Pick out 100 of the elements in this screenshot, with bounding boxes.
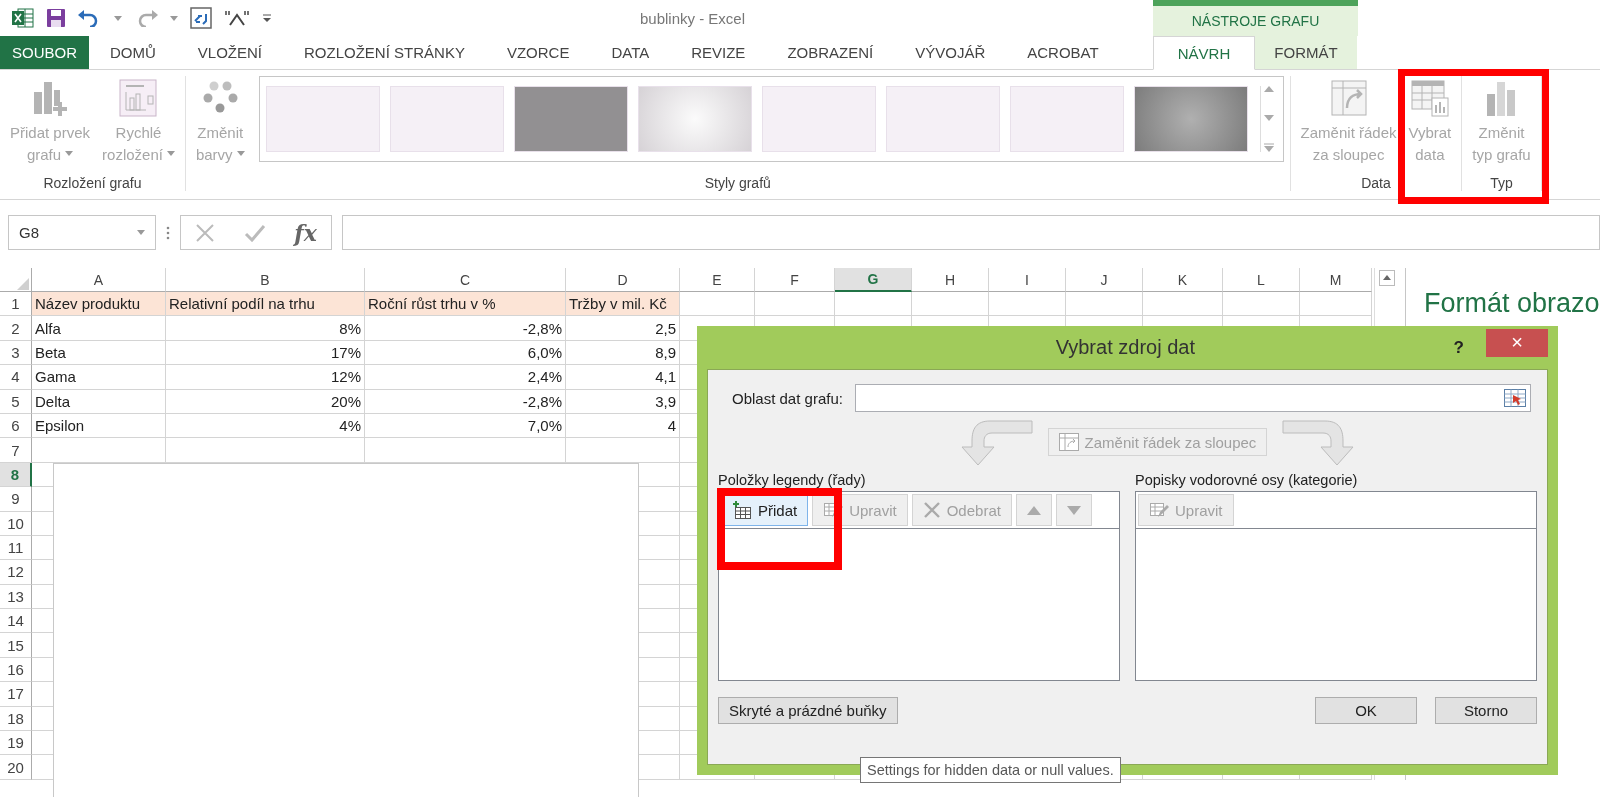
row-header[interactable]: 15 (0, 633, 32, 658)
caret-icon (137, 230, 145, 235)
row-header[interactable]: 5 (0, 389, 32, 414)
ok-button[interactable]: OK (1315, 697, 1417, 724)
table-cell: 6,0% (365, 340, 566, 366)
dialog-title: Vybrat zdroj dat (1054, 336, 1196, 359)
chart-layout-icon (118, 78, 159, 118)
table-cell: Epsilon (32, 413, 166, 439)
ribbon-tab[interactable]: DATA (590, 36, 671, 69)
chart-style-thumbnail[interactable] (885, 86, 1000, 152)
row-header[interactable]: 10 (0, 511, 32, 536)
ribbon-tab[interactable]: VÝVOJÁŘ (894, 36, 1007, 69)
row-header[interactable]: 16 (0, 657, 32, 683)
column-header[interactable]: J (1066, 268, 1143, 292)
row-header[interactable]: 18 (0, 706, 32, 732)
caret-icon (166, 150, 175, 156)
select-all-icon[interactable] (16, 277, 29, 290)
table-cell: 4,1 (566, 365, 680, 390)
column-header[interactable]: D (566, 268, 680, 292)
down-triangle-icon (1066, 505, 1081, 515)
chart-style-thumbnail[interactable] (389, 86, 504, 152)
row-header[interactable]: 11 (0, 535, 32, 561)
ribbon-tab[interactable]: DOMŮ (89, 36, 177, 69)
cross-icon (922, 501, 941, 519)
table-cell: Alfa (32, 316, 166, 341)
chevron-icon[interactable] (224, 10, 250, 26)
ribbon-tab[interactable]: NÁVRH (1153, 36, 1255, 70)
cancel-icon[interactable] (195, 222, 216, 243)
column-header[interactable]: F (755, 268, 835, 292)
ribbon-tab[interactable]: ACROBAT (1006, 36, 1120, 69)
input-field[interactable] (854, 384, 1531, 412)
column-header[interactable]: E (680, 268, 755, 292)
pane-title: Formát obrazo (1424, 288, 1600, 319)
insert-function-button[interactable]: fx (294, 219, 317, 246)
scroll-up-icon[interactable] (1379, 270, 1395, 286)
column-header[interactable]: C (365, 268, 566, 292)
row-header[interactable]: 7 (0, 438, 32, 463)
tooltip: Settings for hidden data or null values. (860, 757, 1121, 783)
ribbon-tab[interactable]: VLOŽENÍ (176, 36, 284, 69)
touch-mode-icon[interactable] (190, 7, 212, 29)
field-label: Oblast dat grafu: (732, 389, 843, 407)
column-header[interactable]: B (166, 268, 365, 292)
customize-icon[interactable] (262, 13, 272, 23)
ribbon-tab[interactable]: ZOBRAZENÍ (766, 36, 895, 69)
row-header[interactable]: 12 (0, 560, 32, 585)
row-header[interactable]: 3 (0, 340, 32, 366)
table-cell: 2,4% (365, 365, 566, 390)
chart-style-thumbnail[interactable] (637, 86, 752, 152)
ribbon-tab[interactable]: SOUBOR (0, 36, 89, 69)
column-header[interactable]: H (912, 268, 989, 292)
group-label: Data (1360, 175, 1392, 191)
range-picker-icon[interactable] (1504, 389, 1526, 407)
grip-icon (166, 225, 170, 240)
ribbon-tab[interactable]: REVIZE (670, 36, 767, 69)
table-chart-icon (1409, 78, 1450, 118)
table-swap-icon (1058, 433, 1079, 451)
name-box[interactable]: G8 (8, 215, 156, 250)
row-header[interactable]: 13 (0, 584, 32, 610)
table-cell: -2,8% (365, 389, 566, 414)
ribbon-tab[interactable]: VZORCE (485, 36, 591, 69)
row-header[interactable]: 19 (0, 731, 32, 756)
hidden-cells-button[interactable]: Skryté a prázdné buňky (718, 697, 898, 724)
spreadsheet-logo-icon[interactable] (12, 8, 34, 28)
up-triangle-icon (1026, 505, 1041, 515)
column-header[interactable]: I (989, 268, 1066, 292)
cancel-button[interactable]: Storno (1435, 697, 1537, 724)
row-header[interactable]: 9 (0, 487, 32, 512)
row-header[interactable]: 20 (0, 755, 32, 780)
ribbon-tab[interactable]: FORMÁT (1255, 36, 1357, 69)
chart-style-thumbnail[interactable] (513, 86, 628, 152)
check-icon[interactable] (243, 223, 266, 242)
scroll-down-icon[interactable] (1263, 114, 1274, 121)
chart-style-thumbnail[interactable] (1009, 86, 1124, 152)
table-cell: 12% (166, 365, 365, 390)
column-header[interactable]: G (835, 268, 912, 292)
row-header[interactable]: 2 (0, 316, 32, 341)
column-header[interactable]: K (1143, 268, 1223, 292)
table-swap-icon (1328, 78, 1369, 118)
close-button[interactable]: × (1486, 328, 1548, 357)
table-cell: Tržby v mil. Kč (566, 292, 680, 317)
chart-style-thumbnail[interactable] (1133, 86, 1248, 152)
save-icon[interactable] (46, 8, 66, 28)
chart-style-thumbnail[interactable] (265, 86, 380, 152)
column-header[interactable]: L (1223, 268, 1300, 292)
caret-icon (170, 15, 178, 21)
formula-input[interactable] (342, 215, 1600, 250)
ribbon-tab[interactable]: ROZLOŽENÍ STRÁNKY (283, 36, 486, 69)
row-header[interactable]: 14 (0, 609, 32, 634)
row-header[interactable]: 8 (0, 462, 32, 488)
table-cell: 8% (166, 316, 365, 341)
table-cell: Gama (32, 365, 166, 390)
chart-style-thumbnail[interactable] (761, 86, 876, 152)
help-button[interactable]: ? (1453, 337, 1464, 358)
column-header[interactable]: M (1300, 268, 1372, 292)
row-header[interactable]: 6 (0, 413, 32, 439)
caret-icon (65, 150, 74, 156)
column-header[interactable]: A (32, 268, 166, 292)
more-icon[interactable] (1263, 143, 1274, 152)
row-header[interactable]: 4 (0, 365, 32, 390)
row-header[interactable]: 17 (0, 682, 32, 707)
